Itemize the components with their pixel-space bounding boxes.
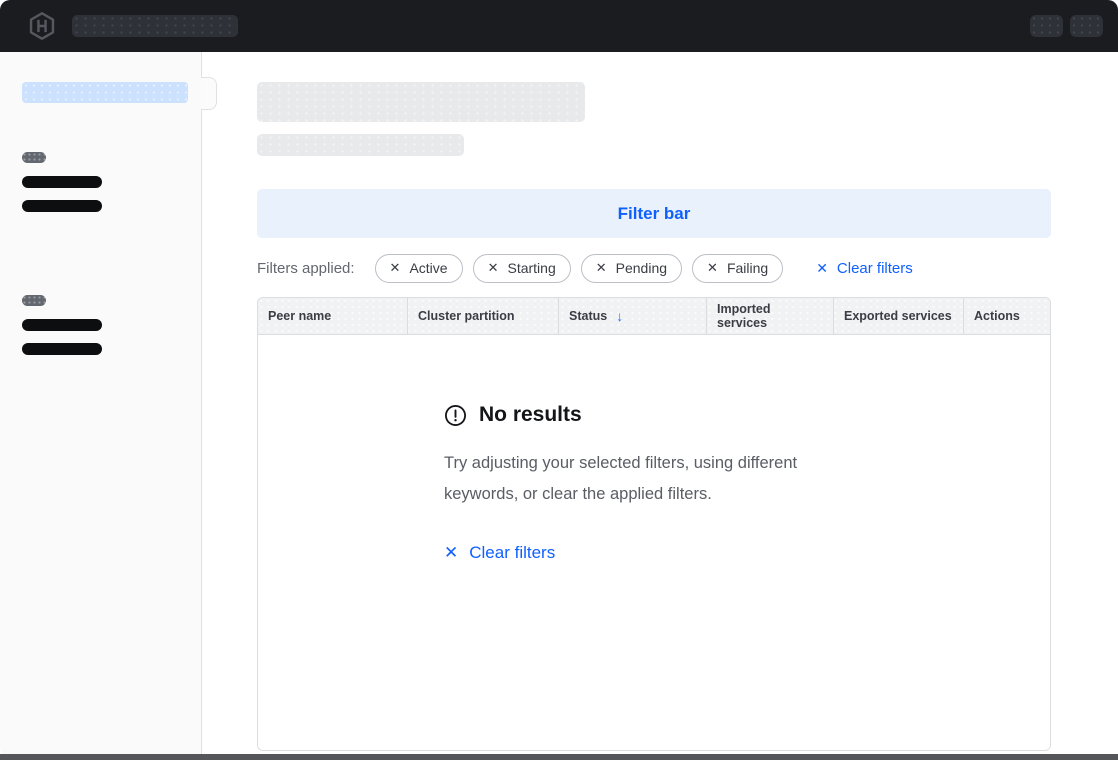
sidebar-nav-item-skeleton-3[interactable] xyxy=(22,319,102,331)
dismiss-icon[interactable]: ✕ xyxy=(596,260,607,276)
empty-state-clear-filters-link[interactable]: ✕ Clear filters xyxy=(444,543,555,563)
column-header-imported-services: Imported services xyxy=(706,298,833,334)
filter-pill-active[interactable]: ✕ Active xyxy=(375,254,463,283)
sidebar-nav-item-skeleton-1[interactable] xyxy=(22,176,102,188)
column-header-cluster-partition: Cluster partition xyxy=(407,298,558,334)
page-title-skeleton xyxy=(257,82,585,122)
filter-bar-label: Filter bar xyxy=(618,204,691,224)
dismiss-icon[interactable]: ✕ xyxy=(707,260,718,276)
filter-pill-label: Pending xyxy=(616,260,667,276)
empty-state-clear-filters-label: Clear filters xyxy=(469,543,555,563)
main-content: Filter bar Filters applied: ✕ Active ✕ S… xyxy=(202,52,1118,757)
sidebar xyxy=(0,52,202,757)
column-header-label: Peer name xyxy=(268,309,331,323)
column-header-peer-name: Peer name xyxy=(258,298,407,334)
filter-pill-label: Failing xyxy=(727,260,768,276)
clear-filters-link[interactable]: ✕ Clear filters xyxy=(816,260,913,277)
filter-pill-label: Active xyxy=(409,260,447,276)
peers-table: Peer name Cluster partition Status ↓ Imp… xyxy=(257,297,1051,751)
alert-circle-icon xyxy=(444,404,467,427)
table-body: No results Try adjusting your selected f… xyxy=(258,403,1050,750)
sidebar-nav-item-skeleton-4[interactable] xyxy=(22,343,102,355)
clear-filters-label: Clear filters xyxy=(837,260,913,277)
page-subtitle-skeleton xyxy=(257,134,464,156)
sidebar-section-label-skeleton-1 xyxy=(22,152,46,163)
sort-descending-icon: ↓ xyxy=(616,308,623,324)
filter-bar-placeholder: Filter bar xyxy=(257,189,1051,238)
column-header-label: Actions xyxy=(974,309,1020,323)
top-navigation-bar xyxy=(0,0,1118,52)
column-header-exported-services: Exported services xyxy=(833,298,963,334)
column-header-status[interactable]: Status ↓ xyxy=(558,298,706,334)
column-header-label: Cluster partition xyxy=(418,309,515,323)
empty-state: No results Try adjusting your selected f… xyxy=(444,403,864,563)
applied-filters-row: Filters applied: ✕ Active ✕ Starting ✕ P… xyxy=(257,253,1051,283)
filter-pill-label: Starting xyxy=(507,260,555,276)
empty-state-title: No results xyxy=(479,403,582,427)
filter-pill-pending[interactable]: ✕ Pending xyxy=(581,254,682,283)
topbar-action-button-skeleton-2[interactable] xyxy=(1070,15,1103,37)
empty-state-description: Try adjusting your selected filters, usi… xyxy=(444,448,822,509)
dismiss-icon: ✕ xyxy=(816,260,828,277)
sidebar-selected-item-skeleton[interactable] xyxy=(22,82,188,103)
window-bottom-edge xyxy=(0,754,1118,760)
sidebar-section-label-skeleton-2 xyxy=(22,295,46,306)
sidebar-nav-item-skeleton-2[interactable] xyxy=(22,200,102,212)
column-header-label: Imported services xyxy=(717,302,823,330)
table-header-row: Peer name Cluster partition Status ↓ Imp… xyxy=(258,298,1050,335)
dismiss-icon: ✕ xyxy=(444,543,458,563)
column-header-label: Status xyxy=(569,309,607,323)
column-header-actions: Actions xyxy=(963,298,1050,334)
sidebar-collapse-handle[interactable] xyxy=(201,77,217,110)
topbar-search-skeleton[interactable] xyxy=(72,15,238,37)
filters-applied-label: Filters applied: xyxy=(257,260,355,277)
topbar-action-button-skeleton-1[interactable] xyxy=(1030,15,1063,37)
hashicorp-logo-icon xyxy=(27,11,57,41)
filter-pill-failing[interactable]: ✕ Failing xyxy=(692,254,783,283)
dismiss-icon[interactable]: ✕ xyxy=(390,260,401,276)
filter-pill-starting[interactable]: ✕ Starting xyxy=(473,254,571,283)
column-header-label: Exported services xyxy=(844,309,952,323)
dismiss-icon[interactable]: ✕ xyxy=(488,260,499,276)
app-window: Filter bar Filters applied: ✕ Active ✕ S… xyxy=(0,0,1118,757)
